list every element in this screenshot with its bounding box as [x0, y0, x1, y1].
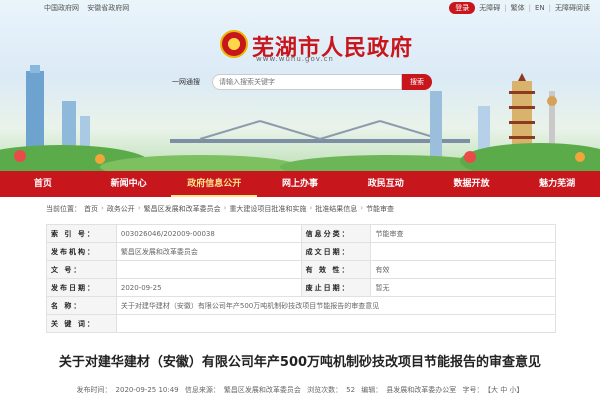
meta-views-label: 浏览次数：	[307, 386, 343, 394]
meta-font-label: 字号：	[462, 386, 484, 394]
expiry-label: 废止日期：	[300, 278, 372, 297]
nav-charm-wuhu[interactable]: 魅力芜湖	[514, 171, 600, 197]
font-size-options[interactable]: 【大 中 小】	[488, 386, 524, 394]
header-banner: 中国政府网 安徽省政府网 登录 无障碍 | 繁体 | EN | 无障碍阅读 芜湖…	[0, 0, 600, 171]
page: 中国政府网 安徽省政府网 登录 无障碍 | 繁体 | EN | 无障碍阅读 芜湖…	[0, 0, 600, 400]
category-value: 节能审查	[370, 224, 556, 243]
meta-editor-label: 编辑：	[361, 386, 383, 394]
national-emblem-icon	[220, 30, 248, 58]
breadcrumb-item[interactable]: 批准结果信息	[315, 204, 357, 214]
created-value	[370, 242, 556, 261]
table-row: 文 号： 有 效 性： 有效	[46, 260, 556, 279]
chevron-right-icon: ›	[101, 204, 104, 212]
breadcrumb-item[interactable]: 节能审查	[366, 204, 394, 214]
city-skyline-illustration	[0, 65, 600, 171]
link-gov-cn[interactable]: 中国政府网	[44, 4, 79, 12]
link-accessible-reading[interactable]: 无障碍阅读	[555, 3, 590, 13]
table-row: 名 称： 关于对建华建材（安徽）有限公司年产500万吨机制砂技改项目节能报告的审…	[46, 296, 557, 315]
bridge-deck	[170, 139, 470, 143]
name-label: 名 称：	[46, 296, 117, 315]
chevron-right-icon: ›	[137, 204, 141, 212]
validity-value: 有效	[370, 260, 556, 279]
index-value: 003026046/202009-00038	[115, 224, 302, 243]
breadcrumb-item[interactable]: 重大建设项目批准和实施	[229, 204, 306, 214]
table-row: 发布机构： 繁昌区发展和改革委员会 成文日期：	[46, 242, 556, 261]
meta-source-label: 信息来源：	[184, 386, 220, 394]
nav-info-disclosure[interactable]: 政府信息公开	[171, 171, 258, 197]
pubdate-value: 2020-09-25	[115, 278, 302, 297]
created-label: 成文日期：	[300, 242, 372, 261]
breadcrumb-item[interactable]: 政务公开	[107, 204, 135, 214]
article-meta: 发布时间： 2020-09-25 10:49 信息来源： 繁昌区发展和改革委员会 浏…	[0, 385, 600, 395]
nav-news[interactable]: 新闻中心	[86, 171, 172, 197]
name-value: 关于对建华建材（安徽）有限公司年产500万吨机制砂技改项目节能报告的审查意见	[115, 296, 557, 315]
login-button[interactable]: 登录	[449, 2, 476, 14]
chevron-right-icon: ›	[309, 204, 313, 212]
main-nav: 首页 新闻中心 政府信息公开 网上办事 政民互动 数据开放 魅力芜湖	[0, 171, 600, 197]
meta-views: 52	[346, 386, 356, 394]
keywords-label: 关 键 词：	[46, 314, 117, 333]
index-label: 索 引 号：	[46, 224, 117, 243]
skyscraper	[430, 91, 442, 161]
publisher-value: 繁昌区发展和改革委员会	[115, 242, 302, 261]
keywords-value	[115, 314, 557, 333]
top-links-right: 登录 无障碍 | 繁体 | EN | 无障碍阅读	[449, 2, 590, 14]
skyscraper-top	[30, 65, 40, 73]
breadcrumb-item[interactable]: 繁昌区发展和改革委员会	[144, 204, 221, 214]
docno-value	[115, 260, 302, 279]
meta-editor: 县发展和改革委办公室	[386, 386, 457, 394]
validity-label: 有 效 性：	[300, 260, 372, 279]
nav-open-data[interactable]: 数据开放	[429, 171, 515, 197]
nav-online-services[interactable]: 网上办事	[257, 171, 343, 197]
expiry-value: 暂无	[370, 278, 556, 297]
nav-interaction[interactable]: 政民互动	[343, 171, 429, 197]
meta-source: 繁昌区发展和改革委员会	[223, 386, 301, 394]
link-ah-gov[interactable]: 安徽省政府网	[87, 4, 129, 12]
divider: |	[504, 4, 507, 12]
breadcrumb-prefix: 当前位置：	[46, 205, 81, 213]
chevron-right-icon: ›	[360, 204, 364, 212]
nav-home[interactable]: 首页	[0, 171, 86, 197]
link-english[interactable]: EN	[535, 4, 545, 12]
divider: |	[548, 4, 551, 12]
category-label: 信息分类：	[300, 224, 372, 243]
info-table: 索 引 号： 003026046/202009-00038 信息分类： 节能审查…	[46, 224, 557, 333]
top-bar: 中国政府网 安徽省政府网 登录 无障碍 | 繁体 | EN | 无障碍阅读	[0, 0, 600, 14]
pubdate-label: 发布日期：	[46, 278, 117, 297]
publisher-label: 发布机构：	[46, 242, 117, 261]
pagoda-icon	[518, 73, 526, 81]
meta-time-label: 发布时间：	[76, 386, 112, 394]
link-traditional[interactable]: 繁体	[511, 3, 525, 13]
docno-label: 文 号：	[46, 260, 117, 279]
table-row: 发布日期： 2020-09-25 废止日期： 暂无	[46, 278, 556, 297]
link-accessibility[interactable]: 无障碍	[479, 3, 500, 13]
table-row: 关 键 词：	[46, 314, 557, 333]
breadcrumb: 当前位置： 首页 › 政务公开 › 繁昌区发展和改革委员会 › 重大建设项目批准…	[46, 204, 394, 214]
divider: |	[528, 4, 531, 12]
top-links-left: 中国政府网 安徽省政府网	[44, 3, 135, 13]
meta-time: 2020-09-25 10:49	[115, 386, 179, 394]
table-row: 索 引 号： 003026046/202009-00038 信息分类： 节能审查	[46, 224, 556, 243]
chevron-right-icon: ›	[223, 204, 227, 212]
article-title: 关于对建华建材（安徽）有限公司年产500万吨机制砂技改项目节能报告的审查意见	[58, 355, 542, 370]
breadcrumb-item[interactable]: 首页	[84, 204, 98, 214]
